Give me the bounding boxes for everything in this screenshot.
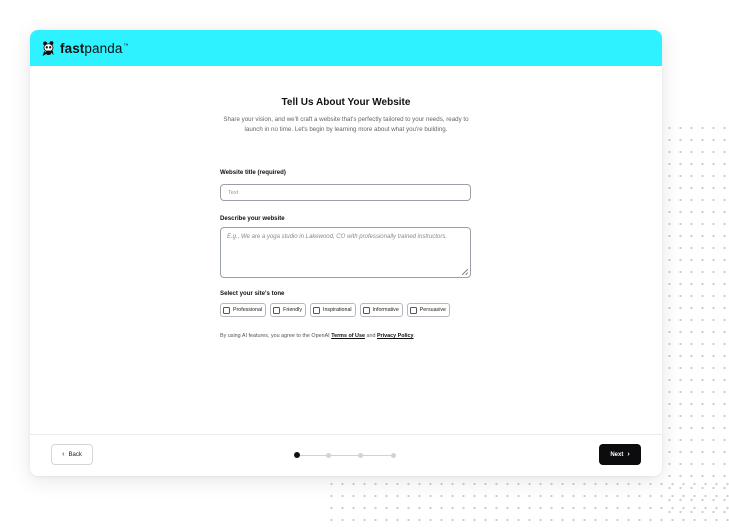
step-dot-1	[294, 452, 300, 458]
top-bar: fastpanda™	[30, 30, 662, 66]
chevron-right-icon: ›	[627, 451, 630, 458]
checkbox-icon[interactable]	[273, 306, 281, 314]
panda-logo-icon	[42, 40, 54, 56]
tone-option-label: Informative	[372, 307, 399, 313]
brand-name: fastpanda™	[60, 41, 129, 56]
legal-notice: By using AI features, you agree to the O…	[220, 333, 415, 339]
checkbox-icon[interactable]	[313, 306, 320, 314]
terms-of-use-link[interactable]: Terms of Use	[331, 333, 365, 339]
page-title: Tell Us About Your Website	[281, 97, 411, 108]
step-dot-2	[326, 452, 331, 458]
step-dot-3	[358, 452, 363, 458]
step-progress-indicator	[294, 451, 396, 459]
step-connector	[297, 454, 394, 456]
tone-option-persuasive[interactable]: Persuasive	[406, 303, 450, 317]
resize-handle-icon[interactable]	[462, 269, 468, 275]
checkbox-icon[interactable]	[362, 306, 370, 314]
legal-suffix: .	[413, 333, 416, 339]
tone-option-professional[interactable]: Professional	[220, 303, 267, 317]
description-placeholder: E.g., We are a yoga studio in Lakewood, …	[227, 234, 447, 240]
back-button[interactable]: ‹ Back	[51, 444, 93, 465]
tone-option-label: Inspirational	[323, 307, 352, 313]
privacy-policy-link[interactable]: Privacy Policy	[377, 333, 414, 339]
tone-options: Professional Friendly Inspirational Info…	[220, 303, 450, 317]
tone-option-label: Persuasive	[419, 307, 446, 313]
tone-label: Select your site's tone	[220, 290, 285, 297]
decorative-dot-grid-right	[664, 122, 729, 522]
website-title-label: Website title (required)	[220, 169, 286, 176]
description-textarea[interactable]: E.g., We are a yoga studio in Lakewood, …	[220, 227, 471, 278]
legal-middle: and	[364, 333, 377, 339]
page-subtitle: Share your vision, and we'll craft a web…	[223, 116, 469, 133]
tone-option-label: Professional	[233, 307, 263, 313]
next-button[interactable]: Next ›	[599, 444, 641, 465]
onboarding-card: fastpanda™ Tell Us About Your Website Sh…	[30, 30, 662, 476]
website-title-input[interactable]: Text	[220, 184, 471, 201]
footer-divider	[30, 434, 662, 435]
tone-option-informative[interactable]: Informative	[359, 303, 403, 317]
back-button-label: Back	[68, 451, 82, 458]
checkbox-icon[interactable]	[223, 306, 230, 314]
checkbox-icon[interactable]	[409, 306, 417, 314]
tone-option-inspirational[interactable]: Inspirational	[310, 303, 356, 317]
step-dot-4	[391, 452, 396, 458]
tone-option-label: Friendly	[283, 307, 302, 313]
legal-prefix: By using AI features, you agree to the O…	[220, 333, 332, 339]
next-button-label: Next	[610, 451, 624, 458]
description-label: Describe your website	[220, 215, 285, 222]
chevron-left-icon: ‹	[62, 451, 65, 458]
brand-logo[interactable]: fastpanda™	[40, 40, 129, 57]
brand-name-bold: fast	[60, 40, 85, 56]
decorative-dot-grid-bottom	[326, 478, 729, 529]
tone-option-friendly[interactable]: Friendly	[270, 303, 306, 317]
brand-name-regular: panda	[84, 40, 123, 56]
trademark-mark: ™	[123, 43, 129, 49]
